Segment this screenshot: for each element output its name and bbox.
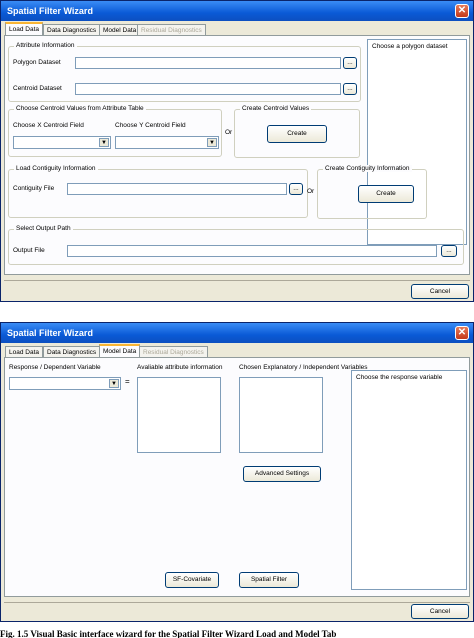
group-title: Create Contiguity Information [323,165,412,172]
group-title: Create Centroid Values [240,105,312,112]
create-centroid-button[interactable]: Create [267,125,327,143]
available-attributes-list[interactable] [137,377,221,453]
centroid-dataset-label: Centroid Dataset [13,85,62,92]
close-icon[interactable]: ✕ [455,326,469,340]
close-icon[interactable]: ✕ [455,4,469,18]
chosen-variables-list[interactable] [239,377,323,453]
tab-panel: Response / Dependent Variable ▼ = Avalia… [4,357,470,597]
centroid-browse-button[interactable]: ... [343,83,357,95]
figure-caption: Fig. 1.5 Visual Basic interface wizard f… [0,629,337,638]
tab-model-data[interactable]: Model Data [99,344,141,358]
response-variable-label: Response / Dependent Variable [9,364,101,371]
centroid-values-group: Choose Centroid Values from Attribute Ta… [8,105,222,157]
chosen-variables-label: Chosen Explanatory / Independent Variabl… [239,364,368,371]
equals-sign: = [125,377,130,386]
title-bar[interactable]: Spatial Filter Wizard ✕ [1,1,473,21]
x-centroid-label: Choose X Centroid Field [13,122,84,129]
group-title: Choose Centroid Values from Attribute Ta… [14,105,146,112]
info-box: Choose the response variable [351,370,467,590]
divider [4,280,470,281]
window-title: Spatial Filter Wizard [7,328,93,338]
output-path-group: Select Output Path Output File ... [8,225,464,265]
contiguity-browse-button[interactable]: ... [289,183,303,195]
polygon-browse-button[interactable]: ... [343,57,357,69]
contiguity-file-field[interactable] [67,183,287,195]
tab-panel: Attribute Information Polygon Dataset ..… [4,35,470,275]
output-browse-button[interactable]: ... [441,245,457,257]
tab-load-data[interactable]: Load Data [5,22,43,36]
group-title: Load Contiguity Information [14,165,98,172]
cancel-button[interactable]: Cancel [411,604,469,619]
advanced-settings-button[interactable]: Advanced Settings [243,466,321,482]
chevron-down-icon[interactable]: ▼ [207,138,217,147]
centroid-dataset-field[interactable] [75,83,341,95]
info-text: Choose the response variable [356,374,443,381]
title-bar[interactable]: Spatial Filter Wizard ✕ [1,323,473,343]
polygon-dataset-field[interactable] [75,57,341,69]
sf-covariate-button[interactable]: SF-Covariate [165,572,219,588]
info-text: Choose a polygon dataset [372,43,448,50]
cancel-button[interactable]: Cancel [411,284,469,299]
contiguity-file-label: Contiguity File [13,185,55,192]
wizard-window-model-data: Spatial Filter Wizard ✕ Load Data Data D… [0,322,474,622]
x-centroid-dropdown[interactable]: ▼ [13,136,111,149]
create-contiguity-group: Create Contiguity Information Create [317,165,427,219]
create-centroid-group: Create Centroid Values Create [234,105,360,158]
y-centroid-label: Choose Y Centroid Field [115,122,186,129]
wizard-window-load-data: Spatial Filter Wizard ✕ Load Data Data D… [0,0,474,302]
polygon-dataset-label: Polygon Dataset [13,59,61,66]
window-title: Spatial Filter Wizard [7,6,93,16]
attribute-information-group: Attribute Information Polygon Dataset ..… [8,42,361,102]
create-contiguity-button[interactable]: Create [358,185,414,203]
or-label: Or [307,188,315,195]
group-title: Select Output Path [14,225,73,232]
y-centroid-dropdown[interactable]: ▼ [115,136,219,149]
response-variable-dropdown[interactable]: ▼ [9,377,121,390]
chevron-down-icon[interactable]: ▼ [99,138,109,147]
output-file-label: Output File [13,247,45,254]
spatial-filter-button[interactable]: Spatial Filter [239,572,299,588]
available-attributes-label: Avaliable attribute information [137,364,223,371]
output-file-field[interactable] [67,245,437,257]
group-title: Attribute Information [14,42,77,49]
or-label: Or [225,129,233,136]
divider [4,602,470,603]
chevron-down-icon[interactable]: ▼ [109,379,119,388]
contiguity-group: Load Contiguity Information Contiguity F… [8,165,308,218]
